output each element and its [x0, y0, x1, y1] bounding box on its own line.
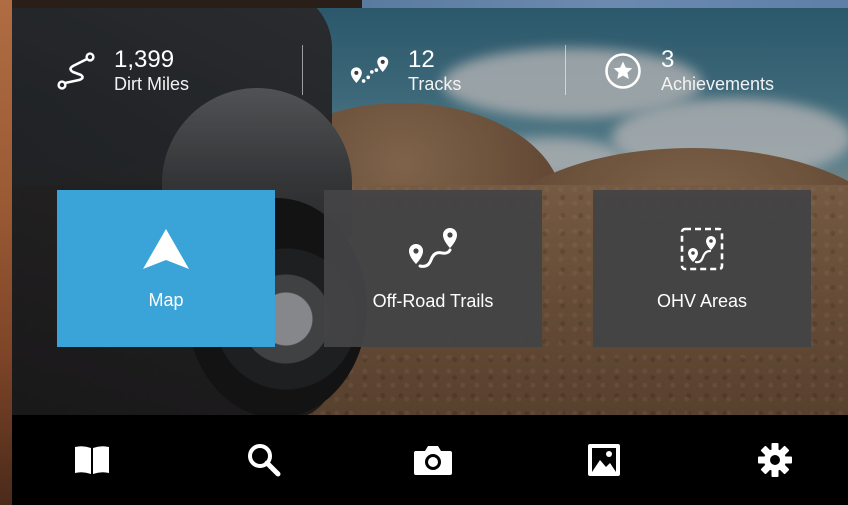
navigation-arrow-icon — [141, 227, 191, 276]
background-frame-top-sky — [362, 0, 848, 8]
app-screen: 1,399 Dirt Miles 12 Tracks 3 Achievement… — [0, 0, 848, 505]
stat-value: 12 — [408, 46, 435, 73]
background-frame-top — [12, 0, 362, 8]
track-pins-icon — [350, 51, 390, 91]
search-icon — [247, 443, 281, 482]
off-road-trails-tile[interactable]: Off-Road Trails — [324, 190, 542, 347]
stat-divider — [302, 45, 303, 95]
tile-label: OHV Areas — [656, 290, 748, 311]
stat-label: Achievements — [661, 74, 775, 94]
stat-achievements: 3 Achievements — [603, 36, 774, 106]
stat-label: Tracks — [408, 74, 462, 94]
tile-label: Map — [148, 289, 184, 310]
stat-label: Dirt Miles — [114, 74, 189, 94]
guide-tab[interactable] — [70, 440, 114, 484]
tile-label: Off-Road Trails — [372, 290, 494, 311]
trail-route-icon — [406, 226, 460, 277]
stat-dirt-miles: 1,399 Dirt Miles — [56, 36, 189, 106]
search-tab[interactable] — [242, 440, 286, 484]
bottom-tab-bar — [12, 415, 848, 505]
route-squiggle-icon — [56, 51, 96, 91]
map-tile[interactable]: Map — [57, 190, 275, 347]
stat-tracks: 12 Tracks — [350, 36, 461, 106]
book-icon — [73, 444, 111, 481]
gallery-tab[interactable] — [582, 440, 626, 484]
area-boundary-icon — [679, 226, 725, 277]
settings-tab[interactable] — [753, 440, 797, 484]
gear-icon — [757, 442, 793, 483]
stat-divider — [565, 45, 566, 95]
camera-icon — [412, 443, 454, 482]
star-badge-icon — [603, 51, 643, 91]
image-icon — [586, 442, 622, 483]
stat-value: 1,399 — [114, 46, 175, 73]
stat-value: 3 — [661, 46, 675, 73]
camera-tab[interactable] — [411, 440, 455, 484]
background-frame-left — [0, 0, 12, 505]
ohv-areas-tile[interactable]: OHV Areas — [593, 190, 811, 347]
